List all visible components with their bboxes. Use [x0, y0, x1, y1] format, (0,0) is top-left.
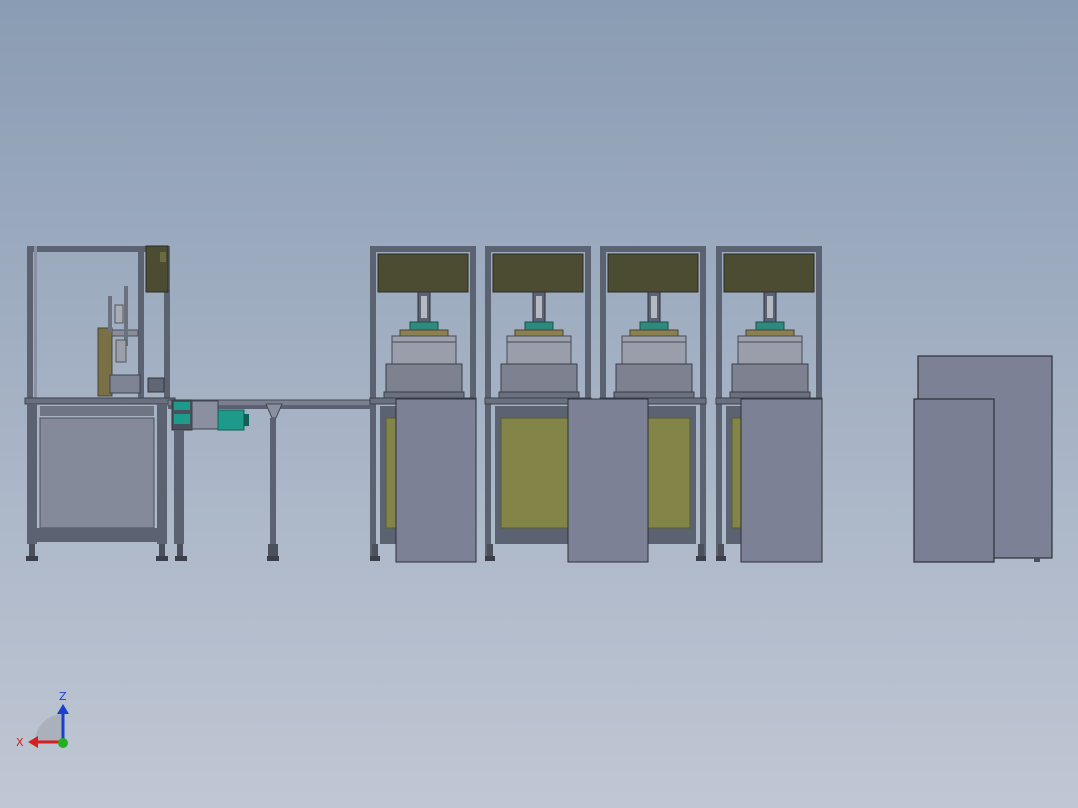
station-header-panel [492, 253, 584, 293]
y-axis-icon [58, 738, 68, 748]
test-stations[interactable] [369, 246, 823, 563]
cabinet-door-2 [567, 398, 649, 563]
assembly-drawing[interactable]: Z X [0, 0, 1078, 808]
station-lower-panel [500, 417, 576, 529]
cabinet-door-1 [395, 398, 477, 563]
drive-sensor [174, 402, 190, 410]
conveyor[interactable] [167, 399, 371, 561]
station-header-panel [377, 253, 469, 293]
loading-station[interactable] [24, 245, 176, 561]
axis-triad: Z X [16, 690, 69, 749]
output-enclosure[interactable] [913, 355, 1053, 563]
cad-viewport[interactable]: Z X [0, 0, 1078, 808]
cabinet-door-3 [740, 398, 823, 563]
z-axis-label: Z [59, 690, 67, 703]
station-header-panel [607, 253, 699, 293]
x-axis-label: X [16, 736, 24, 749]
drive-motor [217, 409, 245, 431]
station-header-panel [723, 253, 815, 293]
